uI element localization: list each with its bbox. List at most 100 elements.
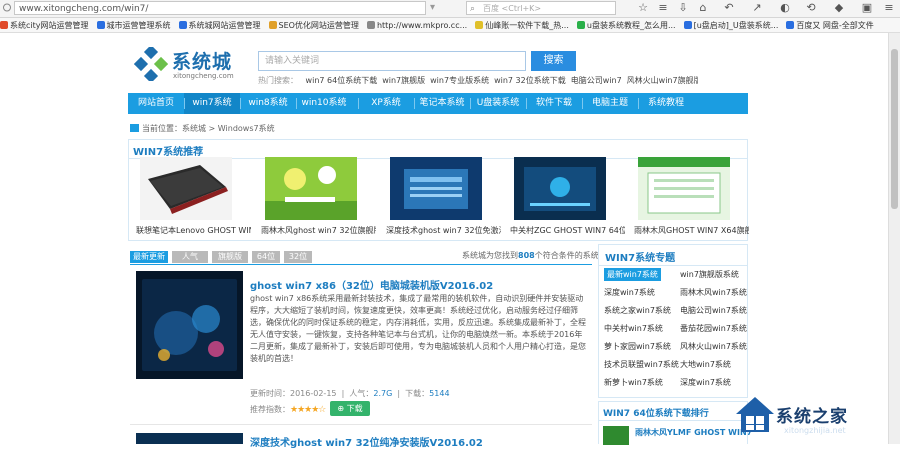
tab-popular[interactable]: 人气 [172, 251, 208, 263]
recommend-caption[interactable]: 雨林木风GHOST WIN7 X64旗舰版 [634, 225, 749, 236]
bookmarks-bar: 系统city网站运营管理 城市运营管理系统 系统城网站运营管理 SEO优化网站运营管理… [0, 18, 900, 33]
sidebar-topic-link[interactable]: 深度win7系统 [680, 376, 731, 389]
sidebar-topic-link[interactable]: 电脑公司win7系统 [680, 304, 747, 317]
article-title[interactable]: ghost win7 x86（32位）电脑城装机版V2016.02 [250, 277, 493, 292]
sidebar-topic-link[interactable]: 雨林木风win7系统 [680, 286, 747, 299]
laptop-image [140, 157, 232, 220]
nav-separator [638, 98, 639, 109]
article-thumbnail[interactable] [136, 271, 243, 379]
nav-item[interactable]: U盘装系统 [470, 93, 526, 114]
sidebar-topic-link[interactable]: 大地win7系统 [680, 358, 731, 371]
tab-latest[interactable]: 最新更新 [130, 251, 168, 263]
recommend-caption[interactable]: 联想笔记本Lenovo GHOST WIN7 [136, 225, 251, 236]
recommend-caption[interactable]: 中关村ZGC GHOST WIN7 64位 [510, 225, 625, 236]
site-logo[interactable]: 系统城 xitongcheng.com [134, 45, 249, 85]
bookmark-item[interactable]: 城市运营管理系统 [96, 19, 171, 32]
hot-search-link[interactable]: win7 64位系统下载 [306, 76, 378, 85]
dropdown-icon[interactable]: ▾ [430, 2, 435, 13]
sync-icon[interactable]: ⟲ [804, 1, 818, 14]
recommend-card[interactable]: 深度技术ghost win7 32位免激活版 [386, 157, 501, 235]
tab-ultimate[interactable]: 旗舰版 [212, 251, 248, 263]
sidebar-topic-link[interactable]: 萝卜家园win7系统 [604, 340, 671, 353]
bookmark-label: u盘装系统教程_怎么用... [586, 21, 676, 30]
chat-icon[interactable]: ▣ [860, 1, 874, 14]
recommend-caption[interactable]: 深度技术ghost win7 32位免激活版 [386, 225, 501, 236]
scrollbar-thumb[interactable] [891, 49, 898, 209]
nav-item[interactable]: 系统教程 [638, 93, 694, 114]
hot-search-link[interactable]: 风林火山win7旗舰版 [627, 76, 698, 85]
site-search-input[interactable]: 请输入关键词 [258, 51, 526, 71]
address-bar[interactable]: www.xitongcheng.com/win7/ [14, 1, 426, 15]
extension-icon[interactable]: ◐ [778, 1, 792, 14]
nav-item[interactable]: win8系统 [240, 93, 296, 114]
nav-separator [240, 98, 241, 109]
recommend-card[interactable]: 雨林木风ghost win7 32位旗舰版 [261, 157, 376, 235]
sidebar-topic-link[interactable]: win7旗舰版系统 [680, 268, 739, 281]
article-title[interactable]: 深度技术ghost win7 32位纯净安装版V2016.02 [250, 434, 483, 449]
addon-icon[interactable]: ◆ [832, 1, 846, 14]
bookmark-item[interactable]: http://www.mkpro.cc... [366, 19, 468, 32]
sidebar-topic-link[interactable]: 技术员联盟win7系统 [604, 358, 679, 371]
hot-search-link[interactable]: win7旗舰版 [382, 76, 425, 85]
bookmark-label: SEO优化网站运营管理 [278, 21, 359, 30]
recommend-card[interactable]: 联想笔记本Lenovo GHOST WIN7 [136, 157, 251, 235]
nav-item[interactable]: win7系统 [184, 93, 240, 114]
sidebar-topic-link[interactable]: 中关村win7系统 [604, 322, 663, 335]
bookmark-item[interactable]: 百度又 网盘-全部文件 [786, 19, 874, 32]
sidebar-topic-link[interactable]: 番茄花园win7系统 [680, 322, 747, 335]
bookmark-label: http://www.mkpro.cc... [376, 21, 468, 30]
hot-search-link[interactable]: win7专业版系统 [430, 76, 489, 85]
bookmark-item[interactable]: 系统城网站运营管理 [178, 19, 261, 32]
nav-item[interactable]: 笔记本系统 [414, 93, 470, 114]
download-button[interactable]: ⊕ 下载 [330, 401, 370, 416]
zgc-image [514, 157, 606, 220]
bookmark-label: 城市运营管理系统 [106, 21, 171, 30]
sidebar-topic-link[interactable]: 新萝卜win7系统 [604, 376, 663, 389]
bookmark-item[interactable]: [u盘启动]_U盘装系统... [683, 19, 778, 32]
tab-64bit[interactable]: 64位 [252, 251, 280, 263]
bookmark-item[interactable]: 仙峰账一软件下载_热... [475, 19, 569, 32]
bookmark-star-icon[interactable]: ☆ [636, 1, 650, 14]
nav-separator [296, 98, 297, 109]
bookmark-item[interactable]: SEO优化网站运营管理 [268, 19, 359, 32]
browser-toolbar: www.xitongcheng.com/win7/ ▾ ⌕ 百度 <Ctrl+K… [0, 0, 900, 18]
breadcrumb-text[interactable]: 当前位置：系统城 > Windows7系统 [142, 124, 275, 133]
bookmark-item[interactable]: 系统city网站运营管理 [0, 19, 89, 32]
home-icon[interactable]: ⌂ [696, 1, 710, 14]
bookmark-label: 系统城网站运营管理 [188, 21, 261, 30]
result-count: 系统城为您找到808个符合条件的系统 [462, 250, 599, 261]
site-search-button[interactable]: 搜索 [531, 51, 576, 71]
rank-thumbnail[interactable] [603, 426, 629, 445]
article-thumbnail[interactable] [136, 433, 243, 444]
bookmark-item[interactable]: u盘装系统教程_怎么用... [576, 19, 676, 32]
article-date: 2016-02-15 [290, 389, 337, 398]
menu-icon[interactable]: ≡ [882, 1, 896, 14]
hot-search-link[interactable]: win7 32位系统下载 [494, 76, 566, 85]
sidebar-topic-link[interactable]: 深度win7系统 [604, 286, 655, 299]
nav-item[interactable]: 网站首页 [128, 93, 184, 114]
rating-stars-icon: ★★★★☆ [290, 405, 326, 415]
watermark: 系统之家 xitongzhijia.net [732, 392, 890, 444]
nav-item[interactable]: 软件下载 [526, 93, 582, 114]
sidebar-topic-link[interactable]: 风林火山win7系统 [680, 340, 747, 353]
recommend-card[interactable]: 雨林木风GHOST WIN7 X64旗舰版 [634, 157, 749, 235]
bookmark-favicon-icon [366, 21, 375, 29]
nav-separator [582, 98, 583, 109]
reading-list-icon[interactable]: ≡ [656, 1, 670, 14]
browser-search-input[interactable]: ⌕ 百度 <Ctrl+K> [466, 1, 616, 15]
recommend-card[interactable]: 中关村ZGC GHOST WIN7 64位 [510, 157, 625, 235]
logo-subtitle: xitongcheng.com [173, 72, 234, 80]
nav-item[interactable]: win10系统 [296, 93, 352, 114]
share-icon[interactable]: ↗ [750, 1, 764, 14]
hot-search-link[interactable]: 电脑公司win7 [571, 76, 622, 85]
tab-32bit[interactable]: 32位 [284, 251, 312, 263]
nav-item[interactable]: 电脑主题 [582, 93, 638, 114]
sidebar-topic-link[interactable]: 最新win7系统 [604, 268, 661, 281]
sidebar-topic-link[interactable]: 系统之家win7系统 [604, 304, 671, 317]
nav-item[interactable]: XP系统 [358, 93, 414, 114]
page-scrollbar[interactable] [888, 33, 900, 444]
download-icon[interactable]: ⇩ [676, 1, 690, 14]
recommend-caption[interactable]: 雨林木风ghost win7 32位旗舰版 [261, 225, 376, 236]
nav-separator [358, 98, 359, 109]
back-icon[interactable]: ↶ [722, 1, 736, 14]
